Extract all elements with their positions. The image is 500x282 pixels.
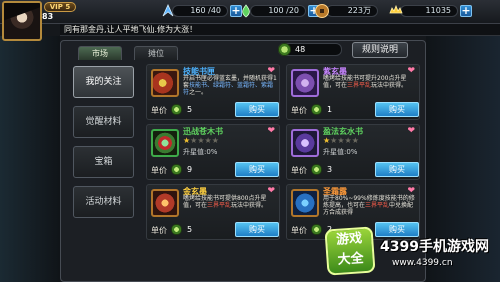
energy-value: 100 /20 [250,5,306,17]
price-label: 单价 [291,166,307,175]
player-avatar[interactable] [2,1,42,41]
energy-resource: 100 /20 + [238,3,320,19]
buy-button[interactable]: 购买 [375,222,419,237]
stamina-resource: 160 /40 + [160,3,242,19]
item-description: 开启书匣必得蓝玄墨，并随机获得1套技能书、绿霜符、蓝霜符、紫霜符之一。 [183,75,277,96]
book-box-icon[interactable] [151,69,179,97]
watermark-logo: 游戏 大全 [324,226,376,276]
coin-icon [315,4,329,18]
watermark-site-name: 4399手机游戏网 [380,239,489,255]
item-card-swift-wood-book: 迅战苍木书 ❤ ★★★★★ 升星值:0% 单价 9 购买 [146,124,280,180]
item-description: 嗜烤给技能书可提升200点升星值，可在三界平乱玩法中获得。 [323,75,408,89]
jade-coin-icon [171,164,182,175]
gold-resource: 11035 + [388,3,472,19]
frost-dew-icon[interactable] [291,189,319,217]
item-card-skill-book-box: 技能书匣 ❤ 开启书匣必得蓝玄墨，并随机获得1套技能书、绿霜符、蓝霜符、紫霜符之… [146,64,280,120]
price-label: 单价 [151,166,167,175]
item-card-purple-ink: 紫玄墨 ❤ 嗜烤给技能书可提升200点升星值，可在三界平乱玩法中获得。 单价 1… [286,64,420,120]
upgrade-value: 升星值:0% [323,148,358,156]
player-level: 83 [42,12,54,21]
stamina-icon [162,4,174,17]
favorite-heart-icon[interactable]: ❤ [267,126,275,136]
jade-coin-icon [311,104,322,115]
price-label: 单价 [291,106,307,115]
gold-ingot-icon [389,4,403,14]
watermark-logo-bottom: 大全 [337,251,365,268]
copper-value: 223万 [326,5,378,17]
add-gold-button[interactable]: + [460,5,472,17]
price-row: 单价 1 购买 [289,102,419,118]
price-row: 单价 5 购买 [149,102,279,118]
item-description: 用于80%~99%修炼度技能书的修炼提高，也可在三界平乱中兑换配方合成获得 [323,195,415,216]
rules-button[interactable]: 规则说明 [352,42,408,58]
item-card-gold-ink: 金玄墨 ❤ 嗜烤给技能书可提供800点升星值，可在三界平乱玩法中获得。 单价 5… [146,184,280,240]
jade-coin-icon [171,224,182,235]
tab-stall[interactable]: 摊位 [134,46,178,60]
buy-button[interactable]: 购买 [235,162,279,177]
avatar-hair [4,3,40,39]
upgrade-value: 升星值:0% [183,148,218,156]
price-label: 单价 [291,226,307,235]
star-rating: ★★★★★ [183,136,219,145]
side-nav-awaken-materials[interactable]: 觉醒材料 [73,106,134,138]
gold-ink-icon[interactable] [151,189,179,217]
jade-coin-icon [278,43,291,56]
side-nav-event-materials[interactable]: 活动材料 [73,186,134,218]
buy-button[interactable]: 购买 [375,162,419,177]
vip-badge[interactable]: VIP 5 [44,2,76,12]
side-nav-favorites[interactable]: 我的关注 [73,66,134,98]
purple-ink-icon[interactable] [291,69,319,97]
price-value: 3 [327,165,333,174]
tab-market[interactable]: 市场 [78,46,122,60]
buy-button[interactable]: 购买 [235,102,279,117]
buy-button[interactable]: 购买 [375,102,419,117]
favorite-heart-icon[interactable]: ❤ [407,126,415,136]
wood-book-icon[interactable] [151,129,179,157]
price-label: 单价 [151,226,167,235]
price-row: 单价 5 购买 [149,222,279,238]
price-row: 单价 3 购买 [289,162,419,178]
price-value: 5 [187,225,193,234]
jade-coin-icon [171,104,182,115]
currency-balance: 48 [278,43,342,56]
left-background [0,36,60,282]
announcement-marquee: 同有那金丹,让人平地飞仙.修为大涨！ [60,24,500,36]
price-value: 5 [187,105,193,114]
side-nav-chest[interactable]: 宝箱 [73,146,134,178]
item-card-water-book: 盈法玄水书 ❤ ★★★★★ 升星值:0% 单价 3 购买 [286,124,420,180]
stamina-value: 160 /40 [172,5,228,17]
watermark-url: www.4399.cn [392,258,453,268]
price-value: 1 [327,105,333,114]
price-row: 单价 9 购买 [149,162,279,178]
buy-button[interactable]: 购买 [235,222,279,237]
energy-icon [242,4,250,18]
currency-value: 48 [295,45,306,54]
item-description: 嗜烤给技能书可提供800点升星值，可在三界平乱玩法中获得。 [183,195,268,209]
price-label: 单价 [151,106,167,115]
star-rating: ★★★★★ [323,136,359,145]
jade-coin-icon [311,164,322,175]
copper-resource: 223万 [314,3,378,19]
water-book-icon[interactable] [291,129,319,157]
jade-coin-icon [311,224,322,235]
price-value: 9 [187,165,193,174]
gold-value: 11035 [400,5,458,17]
